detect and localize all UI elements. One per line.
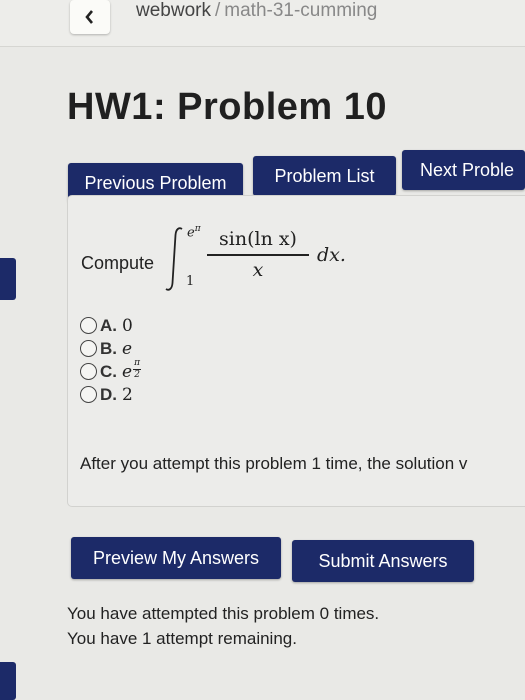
- side-tab-marker: [0, 258, 16, 300]
- answer-choices: A. 0 B. e C. e π 2 D. 2: [80, 314, 142, 406]
- choice-c[interactable]: C. e π 2: [80, 357, 142, 383]
- choice-base: e: [122, 361, 133, 382]
- compute-label: Compute: [81, 253, 155, 273]
- breadcrumb-site[interactable]: webwork: [136, 0, 211, 21]
- back-button[interactable]: [70, 0, 110, 34]
- problem-panel: Compute eπ 1 sin(ln x) x dx. A. 0 B. e C…: [67, 195, 525, 507]
- choice-letter: B.: [100, 338, 117, 358]
- radio-button[interactable]: [80, 363, 97, 380]
- submit-answers-button[interactable]: Submit Answers: [292, 540, 474, 582]
- radio-button[interactable]: [80, 386, 97, 403]
- problem-statement: Compute eπ 1 sin(ln x) x dx.: [81, 214, 521, 294]
- problem-list-button[interactable]: Problem List: [253, 156, 396, 196]
- choice-letter: A.: [100, 315, 117, 335]
- preview-answers-button[interactable]: Preview My Answers: [71, 537, 281, 579]
- integrand-numerator: sin(ln x): [219, 228, 297, 250]
- integral-sign-icon: [165, 227, 183, 291]
- radio-button[interactable]: [80, 317, 97, 334]
- choice-letter: D.: [100, 384, 117, 404]
- next-problem-button[interactable]: Next Proble: [402, 150, 525, 190]
- breadcrumb-separator: /: [214, 0, 221, 21]
- choice-value: e π 2: [122, 357, 142, 382]
- top-bar: webwork / math-31-cumming: [0, 0, 525, 47]
- exponent-numerator: π: [134, 357, 141, 368]
- choice-b[interactable]: B. e: [80, 337, 141, 360]
- fraction-bar: [207, 254, 309, 256]
- attempts-text: You have attempted this problem 0 times.: [67, 604, 380, 623]
- differential: dx.: [317, 244, 346, 266]
- choice-a[interactable]: A. 0: [80, 314, 141, 337]
- breadcrumb: webwork / math-31-cumming: [136, 0, 377, 22]
- chevron-left-icon: [85, 10, 93, 24]
- choice-letter: C.: [100, 361, 117, 381]
- choice-value: 0: [122, 315, 133, 336]
- integrand-fraction: sin(ln x) x: [207, 228, 309, 281]
- upper-limit-base: e: [187, 225, 195, 241]
- radio-button[interactable]: [80, 340, 97, 357]
- upper-limit-exponent: π: [194, 224, 201, 234]
- side-tab-marker: [0, 662, 16, 700]
- solution-note: After you attempt this problem 1 time, t…: [80, 454, 468, 473]
- choice-exponent: π 2: [133, 357, 142, 380]
- breadcrumb-course[interactable]: math-31-cumming: [224, 0, 377, 21]
- integral-lower-limit: 1: [186, 274, 195, 289]
- choice-value: 2: [122, 384, 133, 405]
- choice-value: e: [122, 338, 133, 359]
- integral-upper-limit: eπ: [187, 224, 201, 240]
- remaining-attempts-text: You have 1 attempt remaining.: [67, 629, 297, 648]
- integrand-denominator: x: [252, 258, 264, 281]
- page-title: HW1: Problem 10: [67, 86, 388, 128]
- exponent-denominator: 2: [134, 369, 140, 380]
- choice-d[interactable]: D. 2: [80, 383, 141, 406]
